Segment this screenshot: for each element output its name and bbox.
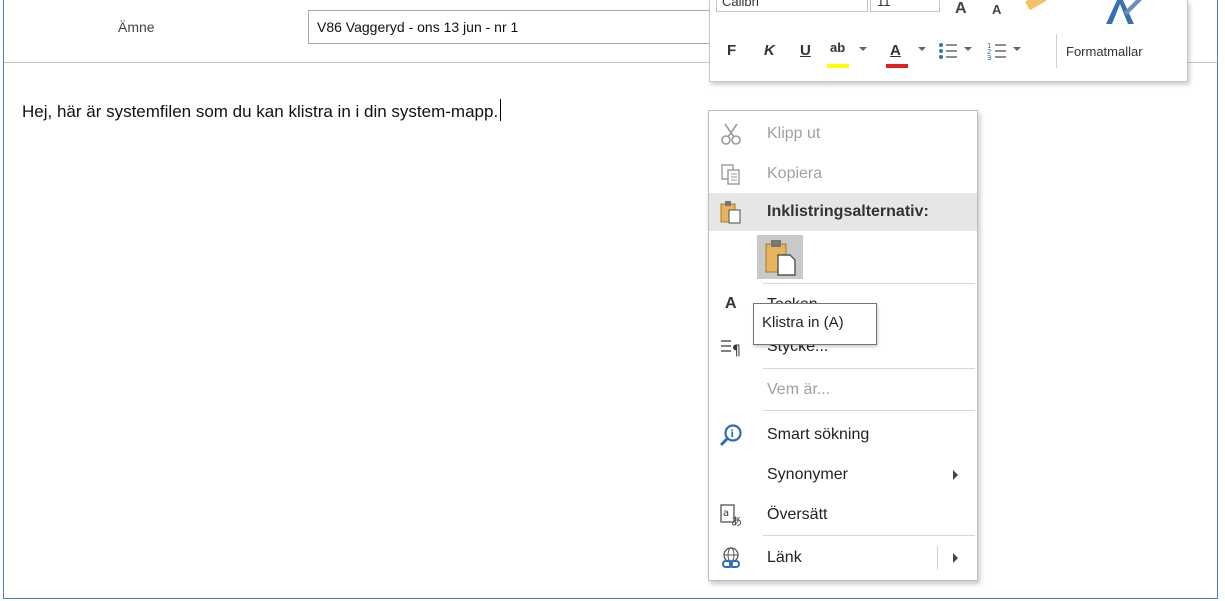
highlight-dropdown-icon[interactable] (859, 47, 867, 51)
menu-label-synonyms: Synonymer (767, 466, 848, 483)
font-color-bar (886, 64, 908, 68)
svg-text:a: a (723, 508, 729, 519)
subject-value: V86 Vaggeryd - ons 13 jun - nr 1 (317, 19, 519, 35)
menu-item-cut[interactable]: Klipp ut (709, 116, 977, 152)
menu-item-synonyms[interactable]: Synonymer (709, 457, 977, 493)
menu-label-cut: Klipp ut (767, 125, 821, 142)
bold-button[interactable]: F (727, 42, 736, 59)
font-size-box[interactable]: 11 (870, 0, 940, 12)
smart-lookup-icon: i (719, 424, 742, 447)
link-icon (722, 547, 740, 568)
menu-item-smart-lookup[interactable]: i Smart sökning (709, 417, 977, 453)
styles-button[interactable]: Formatmallar (1066, 44, 1143, 59)
tooltip-text: Klistra in (A) (762, 314, 844, 331)
shrink-font-button[interactable]: A (992, 2, 1001, 17)
paste-tooltip: Klistra in (A) (753, 303, 877, 345)
paragraph-icon: ¶ (721, 340, 741, 359)
paste-keep-source-button[interactable] (757, 235, 803, 279)
svg-text:i: i (731, 429, 734, 440)
menu-separator (763, 283, 975, 284)
italic-button[interactable]: K (764, 42, 775, 59)
font-icon: A (725, 295, 737, 312)
translate-icon: a あ (720, 504, 742, 527)
font-color-dropdown-icon[interactable] (918, 47, 926, 51)
svg-text:¶: ¶ (732, 343, 741, 359)
submenu-arrow-icon[interactable] (953, 553, 958, 563)
highlight-color-bar (827, 64, 849, 68)
menu-item-who-is[interactable]: Vem är... (709, 372, 977, 408)
bullets-icon[interactable] (937, 40, 959, 62)
menu-item-copy[interactable]: Kopiera (709, 156, 977, 192)
text-caret (500, 99, 502, 121)
paste-clipboard-icon (765, 240, 796, 276)
context-menu: Klipp ut Kopiera Inklistringsalternativ:… (708, 110, 978, 581)
font-color-button[interactable]: A (890, 42, 901, 59)
numbering-icon[interactable]: 1 2 3 (986, 40, 1008, 62)
scissors-icon (721, 123, 741, 145)
window-frame (3, 0, 1218, 599)
menu-separator (763, 535, 975, 536)
paste-options-label: Inklistringsalternativ: (767, 203, 929, 220)
svg-text:3: 3 (987, 54, 991, 62)
menu-label-link: Länk (767, 549, 802, 566)
menu-label-who-is: Vem är... (767, 381, 831, 398)
body-text: Hej, här är systemfilen som du kan klist… (22, 102, 499, 121)
paste-options-header: Inklistringsalternativ: (709, 193, 977, 231)
styles-icon[interactable] (1100, 0, 1144, 30)
svg-text:あ: あ (731, 515, 742, 527)
highlight-button[interactable]: ab (830, 40, 845, 55)
menu-separator (763, 368, 975, 369)
menu-item-translate[interactable]: a あ Översätt (709, 497, 977, 533)
message-body[interactable]: Hej, här är systemfilen som du kan klist… (22, 99, 502, 122)
toolbar-divider (1056, 34, 1057, 68)
copy-icon (721, 164, 740, 185)
menu-label-copy: Kopiera (767, 165, 823, 182)
font-name-box[interactable]: Calibri (716, 0, 868, 12)
numbering-dropdown-icon[interactable] (1013, 47, 1021, 51)
link-split-divider (937, 546, 938, 570)
submenu-arrow-icon (953, 470, 958, 480)
underline-button[interactable]: U (800, 42, 811, 59)
menu-separator (763, 410, 975, 411)
menu-label-translate: Översätt (767, 506, 828, 523)
menu-label-smart-lookup: Smart sökning (767, 426, 870, 443)
clipboard-icon (720, 201, 741, 224)
bullets-dropdown-icon[interactable] (964, 47, 972, 51)
subject-label: Ämne (118, 19, 155, 35)
grow-font-button[interactable]: A (955, 0, 967, 18)
